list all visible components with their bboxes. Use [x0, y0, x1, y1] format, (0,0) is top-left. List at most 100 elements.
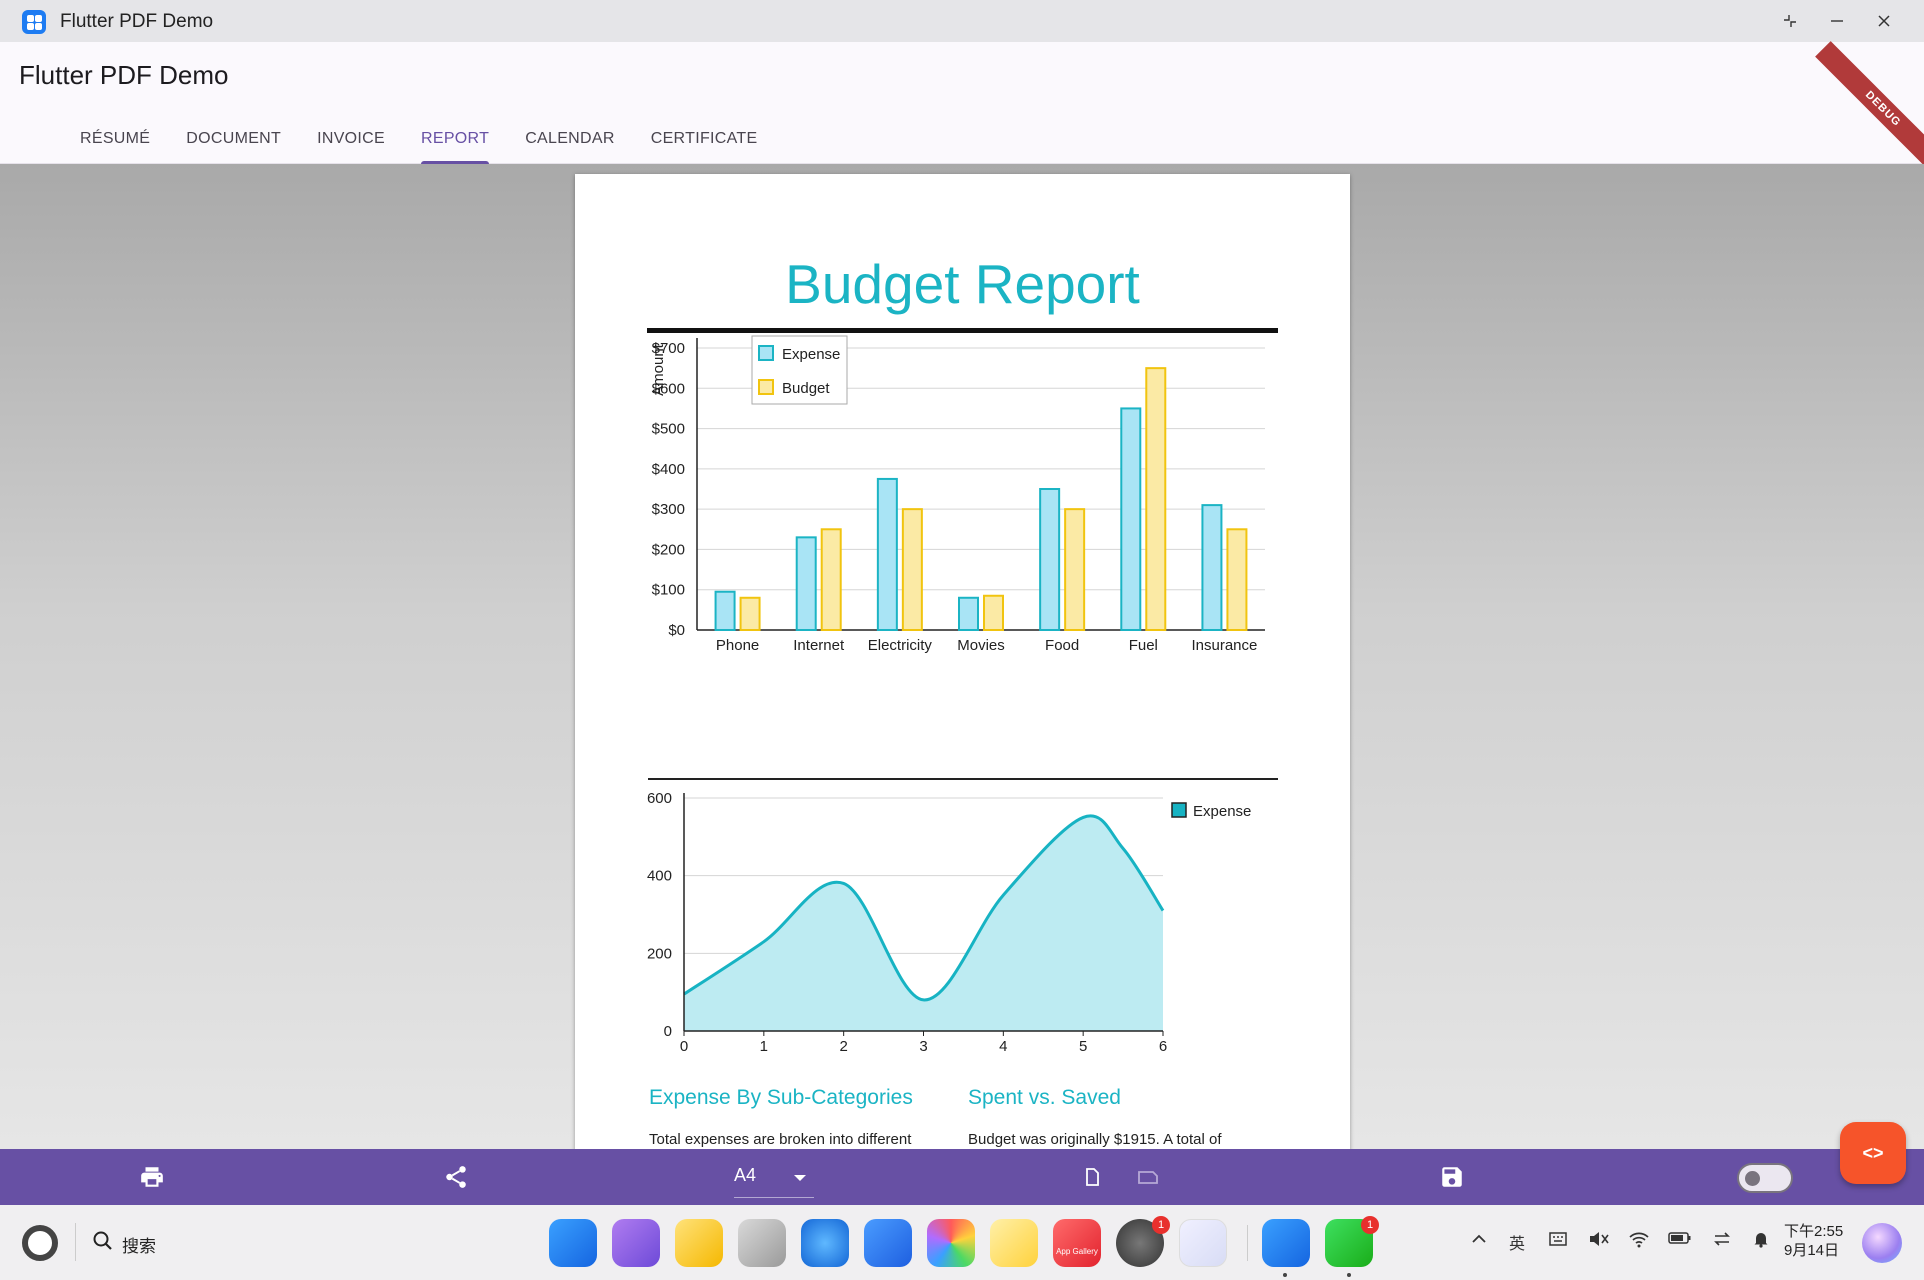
- tab-bar: RÉSUMÉ DOCUMENT INVOICE REPORT CALENDAR …: [62, 124, 775, 164]
- tab-report[interactable]: REPORT: [403, 124, 507, 164]
- bar-chart-y-tick: $200: [652, 541, 685, 558]
- section-title-spent-saved: Spent vs. Saved: [968, 1086, 1121, 1109]
- restore-icon[interactable]: [1775, 8, 1805, 34]
- pdf-toolbar: A4: [0, 1149, 1924, 1205]
- bar-budget-food: [1064, 508, 1086, 631]
- wechat-badge: 1: [1361, 1216, 1379, 1234]
- section-title-sub-categories: Expense By Sub-Categories: [649, 1086, 913, 1109]
- area-chart: 0 200 400 600 0 1 2 3 4 5 6 Expense: [647, 790, 1251, 1055]
- area-chart-x-tick: 2: [839, 1038, 847, 1055]
- bar-chart-x-tick: Insurance: [1191, 637, 1257, 654]
- volume-muted-icon[interactable]: [1588, 1230, 1610, 1253]
- legend-swatch-budget: [758, 379, 774, 395]
- bar-expense-electricity: [876, 477, 898, 631]
- bar-budget-internet: [820, 528, 842, 632]
- running-indicator: [1283, 1273, 1287, 1277]
- mail-app-icon[interactable]: [864, 1219, 912, 1267]
- battery-icon[interactable]: [1668, 1230, 1692, 1251]
- launcher-app-icon[interactable]: [549, 1219, 597, 1267]
- keyboard-icon[interactable]: [1548, 1230, 1568, 1253]
- bar-expense-phone: [714, 590, 736, 632]
- bar-expense-fuel: [1120, 407, 1142, 631]
- wifi-icon[interactable]: [1628, 1230, 1650, 1253]
- bar-budget-phone: [739, 596, 761, 631]
- area-chart-x-tick: 0: [680, 1038, 688, 1055]
- search-label[interactable]: 搜索: [122, 1232, 156, 1257]
- bar-chart-x-tick: Phone: [716, 637, 759, 654]
- tab-calendar[interactable]: CALENDAR: [507, 124, 633, 164]
- area-chart-x-tick: 1: [760, 1038, 768, 1055]
- bar-chart-x-tick: Internet: [793, 637, 845, 654]
- trash-app-icon[interactable]: [738, 1219, 786, 1267]
- title-divider: [647, 328, 1278, 333]
- ime-indicator[interactable]: 英: [1509, 1230, 1525, 1254]
- code-fab-button[interactable]: <>: [1840, 1122, 1906, 1184]
- bar-budget-electricity: [901, 508, 923, 631]
- app-gallery-icon[interactable]: App Gallery: [1053, 1219, 1101, 1267]
- window-titlebar: Flutter PDF Demo: [0, 0, 1924, 42]
- area-chart-x-tick: 4: [999, 1038, 1007, 1055]
- debug-banner: DEBUG: [1815, 41, 1924, 177]
- bar-chart-y-tick: $300: [652, 501, 685, 518]
- system-clock[interactable]: 下午2:55 9月14日: [1784, 1222, 1843, 1260]
- browser-app-icon[interactable]: [801, 1219, 849, 1267]
- os-taskbar: 搜索 App Gallery 1 1 英 下午2:55 9月14日: [0, 1205, 1924, 1280]
- multitask-app-icon[interactable]: [612, 1219, 660, 1267]
- share-icon[interactable]: [440, 1161, 472, 1193]
- window-title: Flutter PDF Demo: [60, 11, 214, 32]
- notes-app-icon[interactable]: [990, 1219, 1038, 1267]
- area-chart-y-tick: 400: [647, 868, 672, 885]
- bar-chart-y-tick: $400: [652, 461, 685, 478]
- bar-chart-y-label: Amount: [650, 343, 667, 396]
- flutter-pdf-app-icon[interactable]: [1262, 1219, 1310, 1267]
- legend-label-expense: Expense: [1193, 803, 1251, 820]
- landscape-icon[interactable]: [1132, 1161, 1164, 1193]
- search-icon[interactable]: [92, 1230, 114, 1257]
- app-bar: Flutter PDF Demo RÉSUMÉ DOCUMENT INVOICE…: [0, 41, 1924, 177]
- section-text-spent-saved: Budget was originally $1915. A total of: [968, 1131, 1222, 1148]
- chevron-down-icon[interactable]: [794, 1175, 806, 1181]
- area-chart-x-tick: 6: [1159, 1038, 1167, 1055]
- bar-expense-movies: [958, 596, 979, 631]
- chevron-up-icon[interactable]: [1470, 1230, 1488, 1253]
- notification-bell-icon[interactable]: [1752, 1230, 1770, 1253]
- bar-budget-fuel: [1145, 367, 1167, 632]
- area-chart-x-tick: 5: [1079, 1038, 1087, 1055]
- gallery-app-icon[interactable]: [927, 1219, 975, 1267]
- page-size-select[interactable]: A4: [734, 1165, 756, 1186]
- save-icon[interactable]: [1436, 1161, 1468, 1193]
- bar-budget-insurance: [1226, 528, 1248, 632]
- tab-resume[interactable]: RÉSUMÉ: [62, 124, 168, 164]
- print-icon[interactable]: [136, 1161, 168, 1193]
- dock-divider: [1247, 1225, 1248, 1261]
- area-chart-y-tick: 0: [664, 1023, 672, 1040]
- legend-swatch-expense: [1171, 802, 1187, 818]
- bar-expense-insurance: [1201, 504, 1223, 631]
- assistant-orb-icon[interactable]: [1862, 1223, 1902, 1263]
- close-icon[interactable]: [1869, 8, 1899, 34]
- minimize-icon[interactable]: [1822, 8, 1852, 34]
- tab-invoice[interactable]: INVOICE: [299, 124, 403, 164]
- pdf-preview-area[interactable]: Budget Report $0 $100 $200 $300 $400 $500 $600…: [0, 164, 1924, 1149]
- section-text-sub-categories: Total expenses are broken into different: [649, 1131, 912, 1148]
- tab-document[interactable]: DOCUMENT: [168, 124, 299, 164]
- tab-certificate[interactable]: CERTIFICATE: [633, 124, 776, 164]
- area-chart-y-tick: 200: [647, 945, 672, 962]
- area-chart-x-tick: 3: [919, 1038, 927, 1055]
- clock-time: 下午2:55: [1784, 1223, 1844, 1240]
- page-size-underline: [734, 1197, 814, 1198]
- transfer-icon[interactable]: [1712, 1230, 1732, 1253]
- legend-label-budget: Budget: [782, 380, 830, 397]
- report-title: Budget Report: [785, 253, 1140, 315]
- clock-date: 9月14日: [1784, 1242, 1840, 1259]
- app-grid-icon: [22, 10, 46, 34]
- bar-chart-x-tick: Fuel: [1129, 637, 1158, 654]
- portrait-icon[interactable]: [1076, 1161, 1108, 1193]
- files-app-icon[interactable]: [675, 1219, 723, 1267]
- settings-badge: 1: [1152, 1216, 1170, 1234]
- bar-expense-internet: [795, 536, 817, 631]
- start-icon[interactable]: [22, 1225, 58, 1261]
- theme-toggle[interactable]: [1737, 1163, 1793, 1193]
- app-title: Flutter PDF Demo: [19, 60, 229, 90]
- copilot-app-icon[interactable]: [1179, 1219, 1227, 1267]
